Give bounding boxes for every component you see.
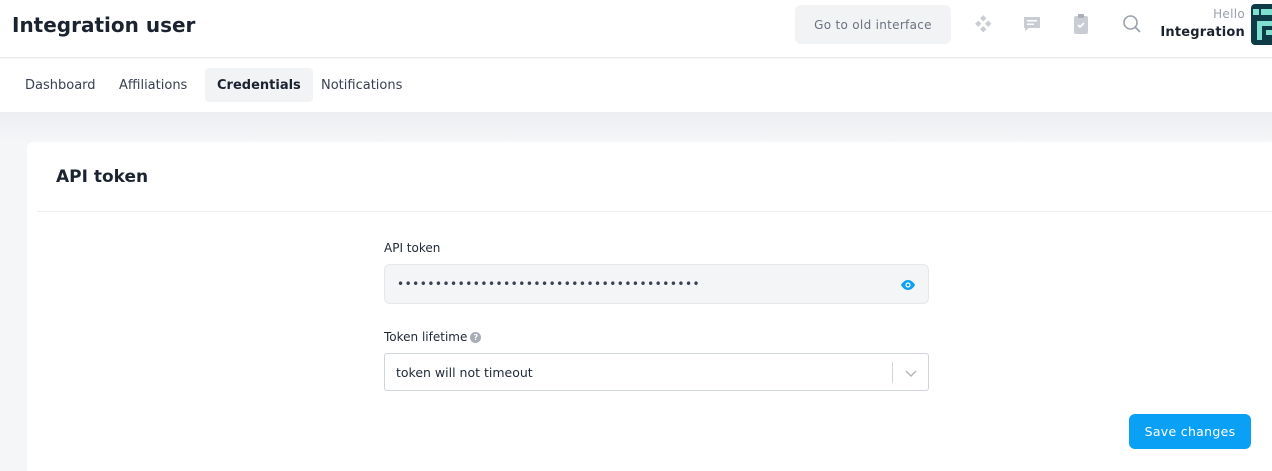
apps-icon[interactable] (971, 12, 995, 36)
token-lifetime-select[interactable]: token will not timeout (384, 353, 929, 391)
token-lifetime-text: Token lifetime (384, 330, 468, 344)
clipboard-icon[interactable] (1069, 12, 1093, 36)
tab-credentials[interactable]: Credentials (205, 68, 313, 102)
help-icon[interactable]: ? (470, 332, 482, 343)
token-lifetime-label: Token lifetime? (384, 330, 482, 344)
chat-icon[interactable] (1020, 12, 1044, 36)
divider (37, 211, 1272, 212)
user-greeting[interactable]: Hello Integration (1160, 7, 1245, 40)
api-token-card: API token API token ••••••••••••••••••••… (27, 142, 1272, 471)
card-title: API token (56, 167, 149, 187)
old-interface-button[interactable]: Go to old interface (795, 5, 951, 44)
page-title: Integration user (12, 13, 196, 37)
eye-icon[interactable] (900, 277, 916, 293)
avatar[interactable] (1251, 4, 1272, 45)
user-name: Integration (1160, 25, 1245, 40)
api-token-label: API token (384, 241, 441, 255)
save-changes-button[interactable]: Save changes (1129, 414, 1251, 449)
api-token-field[interactable]: •••••••••••••••••••••••••••••••••••••••• (384, 264, 929, 304)
search-icon[interactable] (1120, 12, 1144, 36)
chevron-down-icon[interactable] (903, 365, 919, 381)
greeting-text: Hello (1213, 7, 1245, 21)
top-bar: Integration user Go to old interface Hel… (0, 0, 1272, 58)
content-background (0, 112, 1272, 142)
api-token-value: •••••••••••••••••••••••••••••••••••••••• (397, 277, 701, 291)
tab-affiliations[interactable]: Affiliations (107, 68, 199, 102)
tab-notifications[interactable]: Notifications (309, 68, 414, 102)
token-lifetime-value: token will not timeout (396, 365, 533, 380)
tab-bar: Dashboard Affiliations Credentials Notif… (0, 59, 1272, 112)
tab-dashboard[interactable]: Dashboard (13, 68, 108, 102)
select-separator (892, 362, 893, 383)
